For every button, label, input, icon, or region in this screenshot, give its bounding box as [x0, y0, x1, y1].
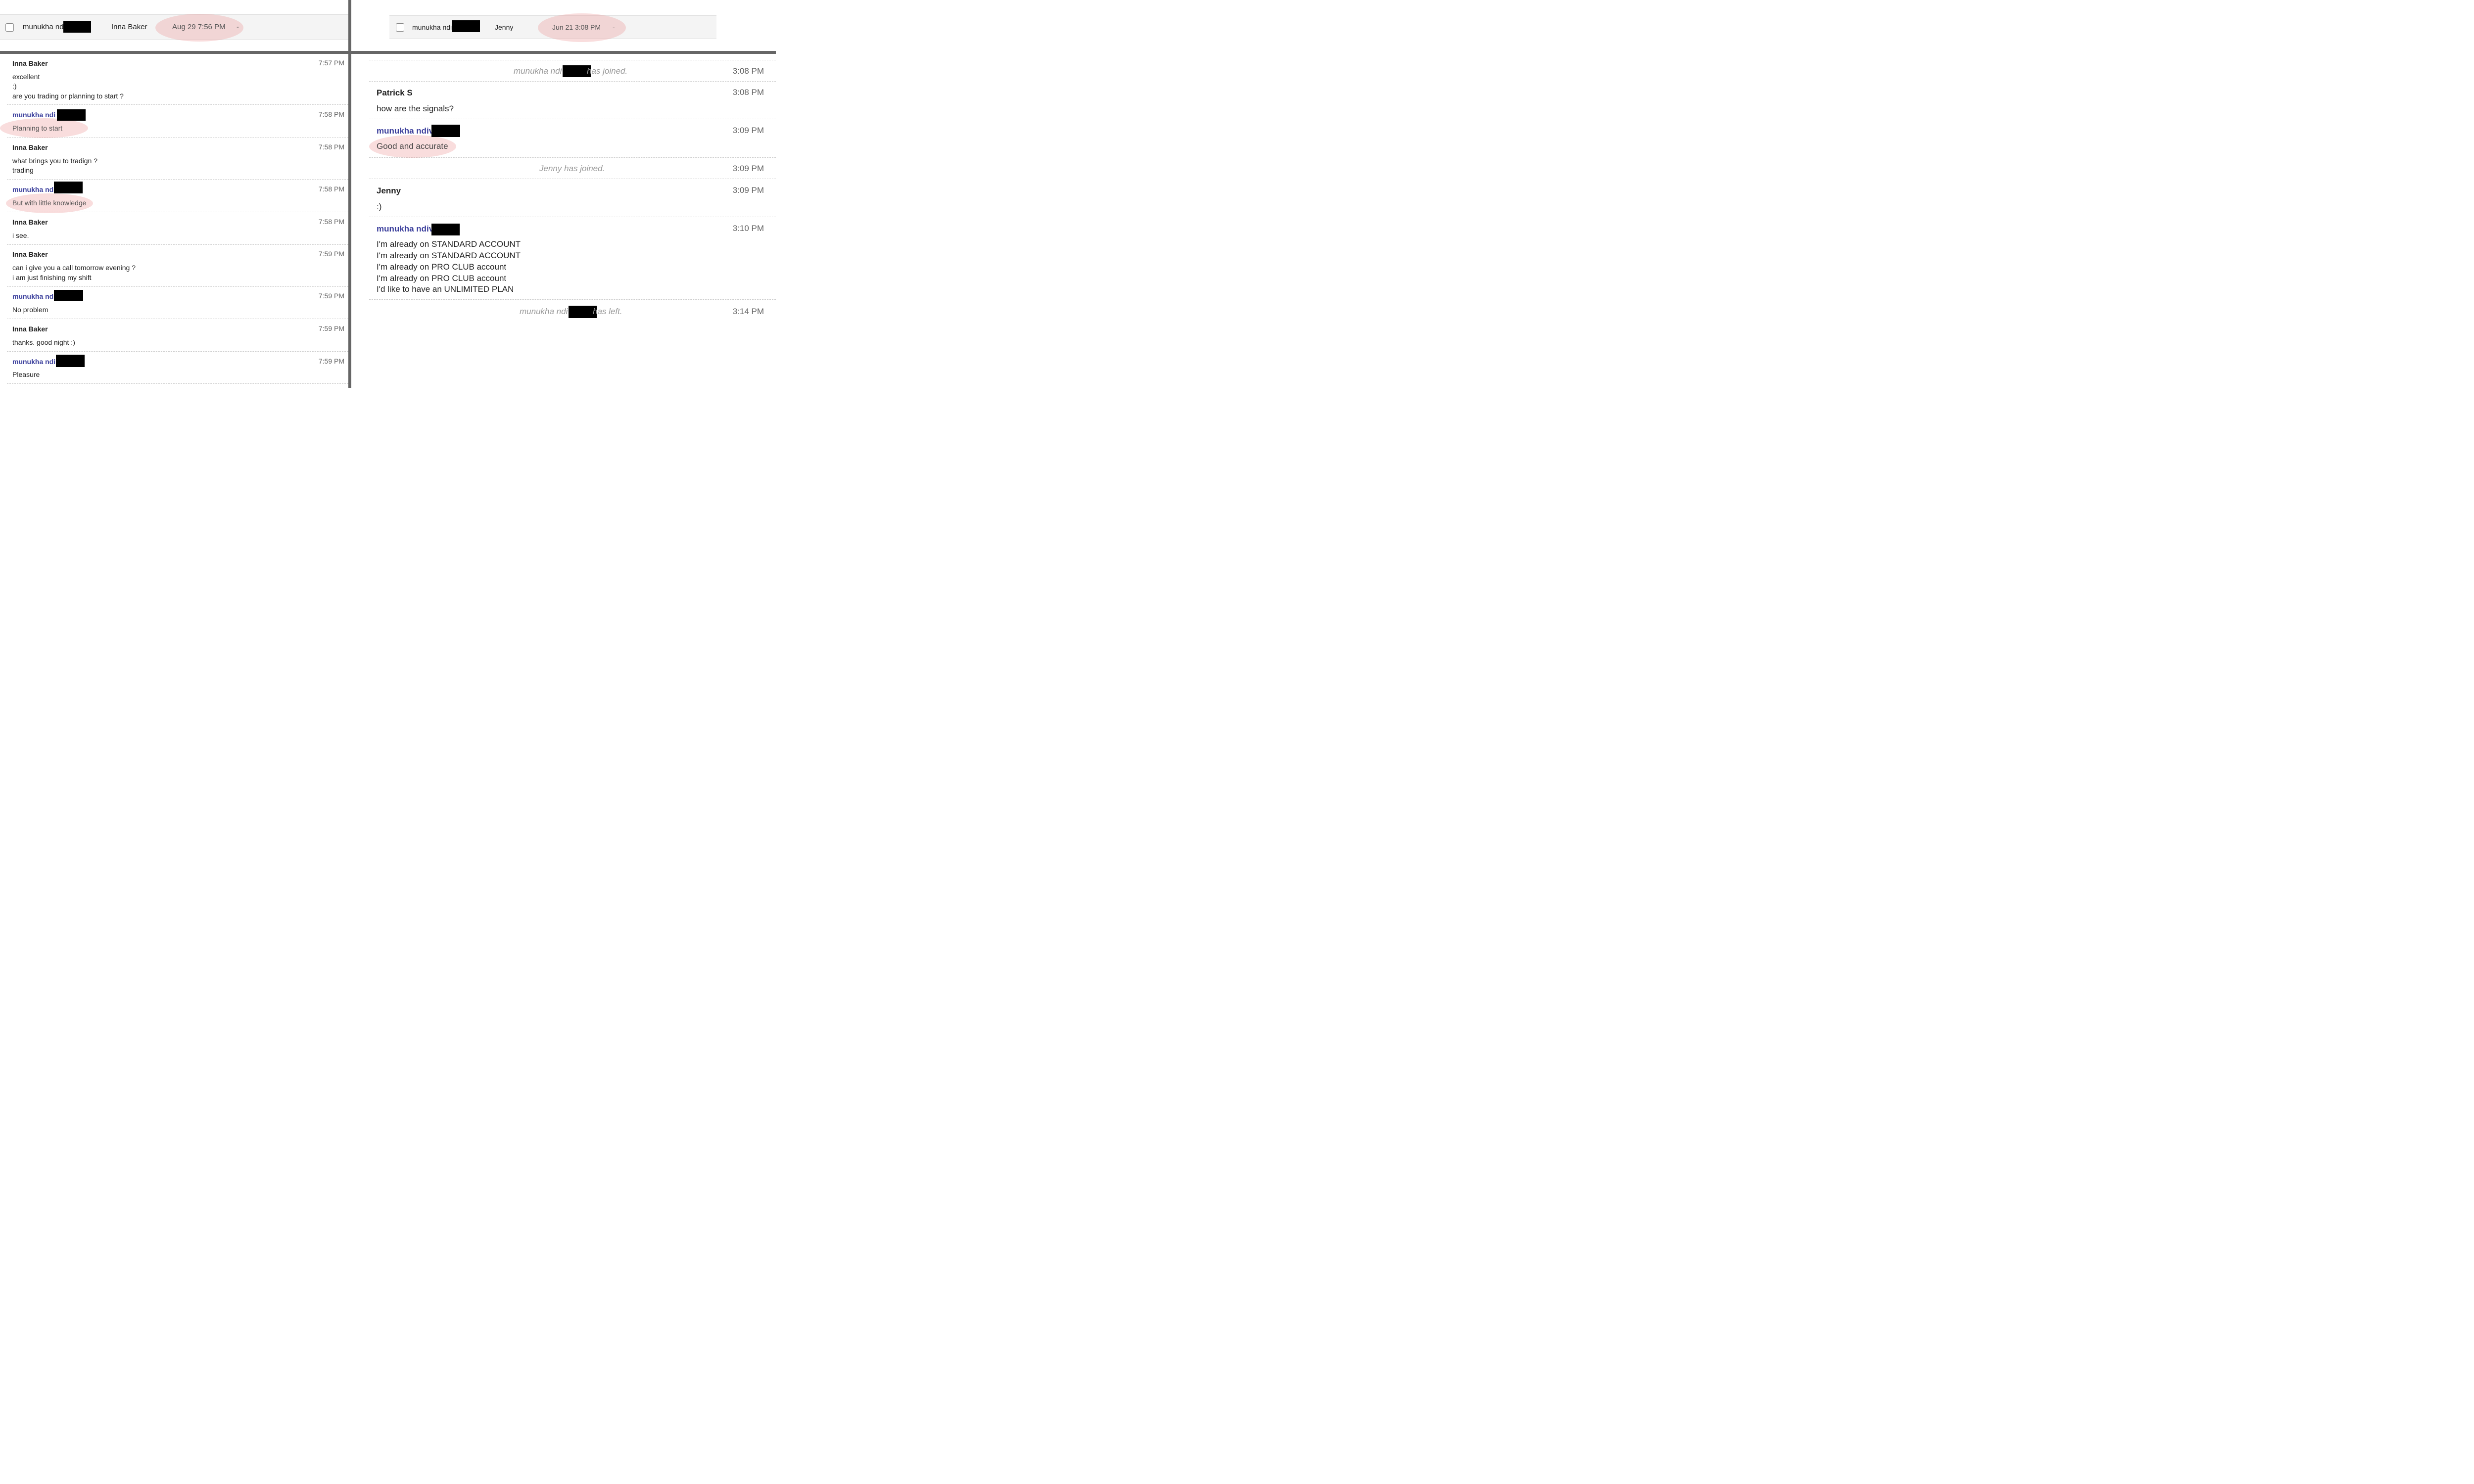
message-line: But with little knowledge [12, 199, 87, 207]
message-time: 7:58 PM [318, 110, 344, 118]
message-line: I'm already on STANDARD ACCOUNT [377, 251, 521, 260]
chat-message: munukha ndiv 3:09 PM Good and accurate [369, 119, 776, 158]
right-chat-header-row[interactable]: munukha ndi Jenny Jun 21 3:08 PM - [389, 13, 716, 42]
message-line: what brings you to tradign ? [12, 157, 97, 165]
message-time: 7:59 PM [318, 292, 344, 300]
message-sender: munukha nd [12, 186, 54, 193]
message-time: 3:14 PM [732, 307, 764, 316]
message-sender: munukha ndiv [377, 224, 434, 233]
message-line: I'm already on PRO CLUB account [377, 262, 507, 272]
chat-message: Inna Baker 7:58 PM i see. [7, 212, 348, 245]
left-chat-header-row[interactable]: munukha nd Inna Baker Aug 29 7:56 PM - [0, 14, 348, 42]
message-line: thanks. good night :) [12, 338, 75, 346]
chat-message: munukha nd 7:58 PM But with little knowl… [6, 180, 348, 213]
system-text: Jenny has joined. [539, 164, 605, 173]
system-message: Jenny has joined. 3:09 PM [369, 158, 776, 179]
right-header-contact: munukha ndi [412, 23, 452, 31]
right-header-started: Jun 21 3:08 PM [552, 23, 601, 31]
message-sender: Jenny [377, 186, 401, 195]
chat-message: Inna Baker 7:57 PM excellent :) are you … [7, 54, 348, 105]
message-time: 3:10 PM [732, 224, 764, 233]
chat-message: munukha ndiv 3:10 PM I'm already on STAN… [369, 217, 776, 300]
message-time: 3:08 PM [732, 88, 764, 97]
message-sender: Patrick S [377, 88, 413, 97]
chat-message: munukha ndi 7:58 PM Planning to start [0, 105, 348, 138]
right-header-dash: - [613, 23, 615, 31]
message-time: 7:58 PM [318, 218, 344, 226]
message-time: 7:58 PM [318, 185, 344, 193]
message-line: I'm already on PRO CLUB account [377, 274, 507, 283]
system-message: munukha ndi has left. 3:14 PM [369, 300, 776, 321]
redaction-box [56, 355, 85, 367]
left-header-started: Aug 29 7:56 PM [172, 23, 226, 31]
redaction-box [452, 20, 480, 32]
chat-message: Inna Baker 7:59 PM thanks. good night :) [7, 319, 348, 352]
message-line: are you trading or planning to start ? [12, 92, 124, 100]
chat-message: Patrick S 3:08 PM how are the signals? [369, 82, 776, 119]
message-sender: munukha ndi [12, 358, 56, 366]
message-line: Pleasure [12, 371, 40, 378]
system-text-prefix: munukha ndi [520, 307, 568, 316]
message-time: 7:57 PM [318, 59, 344, 67]
left-header-dash: - [237, 23, 239, 31]
checkbox-icon[interactable] [396, 23, 404, 32]
message-line: Good and accurate [377, 141, 448, 151]
vertical-divider [348, 0, 351, 388]
message-line: I'm already on STANDARD ACCOUNT [377, 239, 521, 249]
message-line: No problem [12, 306, 48, 314]
message-line: :) [377, 202, 382, 211]
message-line: i see. [12, 232, 29, 239]
system-message: munukha ndi has joined. 3:08 PM [369, 60, 776, 82]
chat-message: Inna Baker 7:59 PM can i give you a call… [7, 245, 348, 287]
message-time: 7:59 PM [318, 325, 344, 332]
message-time: 3:08 PM [732, 66, 764, 76]
message-sender: Inna Baker [12, 59, 48, 67]
left-header-agent: Inna Baker [111, 23, 147, 31]
redaction-box [54, 290, 83, 301]
message-time: 7:59 PM [318, 250, 344, 258]
message-sender: munukha nd [12, 292, 54, 300]
chat-message: munukha nd 7:59 PM No problem [7, 287, 348, 319]
message-sender: Inna Baker [12, 325, 48, 333]
left-header-contact: munukha nd [23, 23, 64, 31]
system-text-suffix: has joined. [587, 66, 628, 76]
message-sender: Inna Baker [12, 143, 48, 151]
message-time: 7:59 PM [318, 357, 344, 365]
message-line: Planning to start [12, 124, 63, 132]
chat-message: Inna Baker 7:58 PM what brings you to tr… [7, 138, 348, 180]
message-time: 3:09 PM [732, 164, 764, 173]
message-line: can i give you a call tomorrow evening ? [12, 264, 136, 272]
system-text-prefix: munukha ndi [514, 66, 562, 76]
redaction-box [54, 182, 83, 193]
message-sender: Inna Baker [12, 250, 48, 258]
message-line: I'd like to have an UNLIMITED PLAN [377, 284, 514, 294]
message-sender: munukha ndiv [377, 126, 434, 136]
chat-message: Jenny 3:09 PM :) [369, 179, 776, 217]
message-line: excellent [12, 73, 40, 81]
redaction-box [57, 109, 86, 121]
system-text-suffix: has left. [593, 307, 622, 316]
message-time: 7:58 PM [318, 143, 344, 151]
redaction-box [431, 125, 460, 137]
right-header-agent: Jenny [495, 23, 514, 31]
redaction-box [63, 21, 91, 33]
message-sender: munukha ndi [12, 111, 56, 119]
message-line: trading [12, 166, 34, 174]
message-time: 3:09 PM [732, 126, 764, 135]
message-line: :) [12, 82, 17, 90]
redaction-box [431, 224, 460, 235]
message-line: i am just finishing my shift [12, 274, 92, 281]
chat-message: munukha ndi 7:59 PM Pleasure [7, 352, 348, 384]
message-sender: Inna Baker [12, 218, 48, 226]
message-line: how are the signals? [377, 104, 454, 113]
checkbox-icon[interactable] [5, 23, 14, 32]
message-time: 3:09 PM [732, 186, 764, 195]
